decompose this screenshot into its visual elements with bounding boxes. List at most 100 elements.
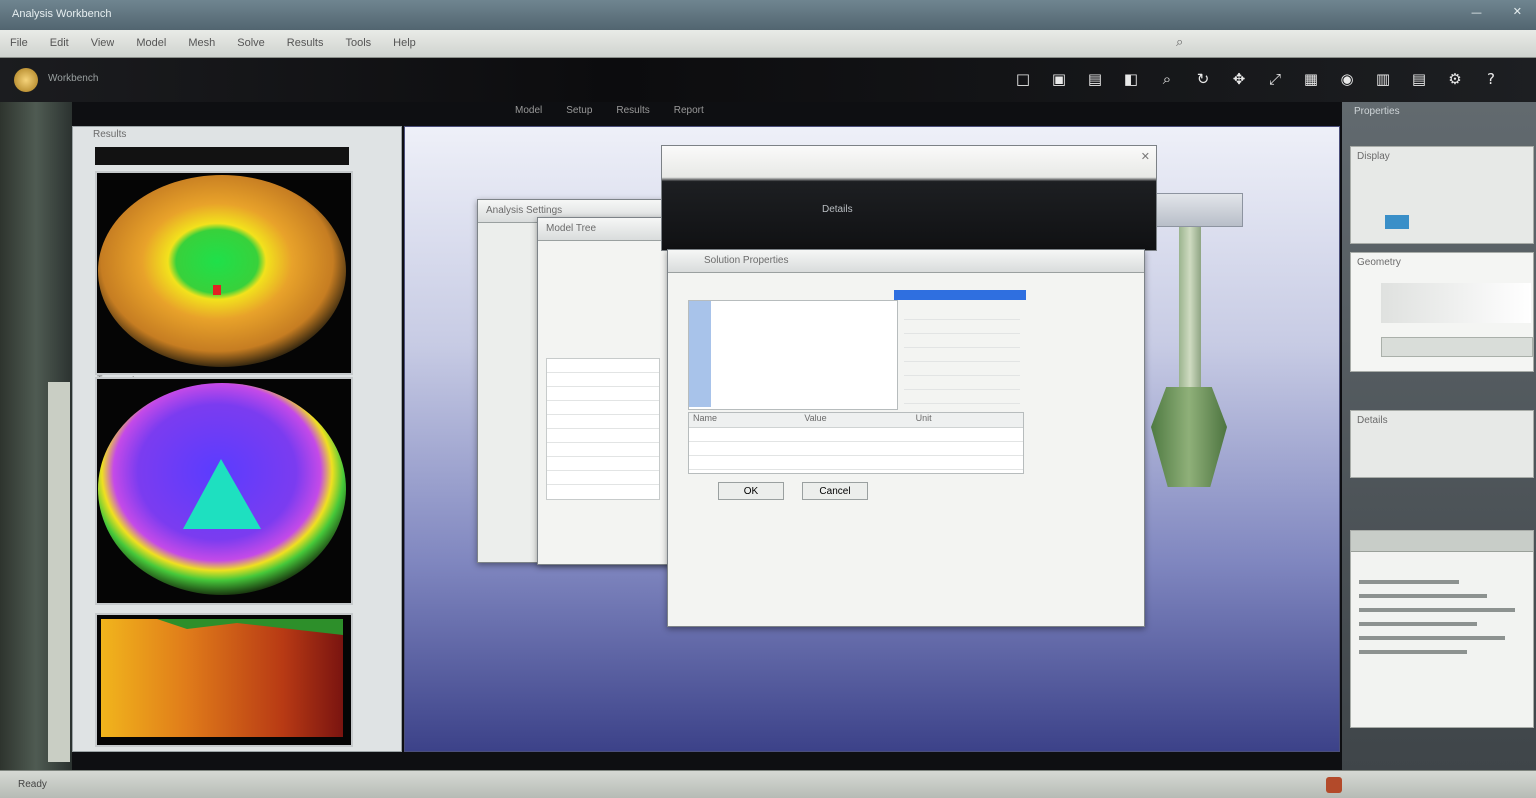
model-tree-list[interactable] bbox=[546, 358, 660, 500]
pressure-map[interactable] bbox=[95, 377, 353, 605]
dialog-selection-bar[interactable] bbox=[894, 290, 1026, 300]
column-header[interactable]: Value bbox=[800, 413, 911, 427]
plot-icon[interactable]: ▥ bbox=[1372, 68, 1394, 90]
analysis-settings-title: Analysis Settings bbox=[486, 205, 563, 216]
viewport-tab[interactable]: Setup bbox=[566, 105, 592, 123]
support-top-plate[interactable] bbox=[1145, 193, 1243, 227]
list-item[interactable] bbox=[547, 457, 659, 471]
menu-bar: File Edit View Model Mesh Solve Results Tools He… bbox=[0, 30, 1536, 58]
menu-item[interactable]: File bbox=[10, 37, 28, 49]
menu-item[interactable]: Results bbox=[287, 37, 324, 49]
value-row bbox=[904, 320, 1020, 334]
menu-item[interactable]: Solve bbox=[237, 37, 265, 49]
gradient-map[interactable] bbox=[95, 613, 353, 747]
list-item[interactable] bbox=[547, 359, 659, 373]
value-row bbox=[904, 348, 1020, 362]
gradient-plot bbox=[101, 619, 343, 737]
app-label: Workbench bbox=[48, 73, 99, 84]
cancel-button[interactable]: Cancel bbox=[802, 482, 868, 500]
list-item[interactable] bbox=[547, 401, 659, 415]
value-row bbox=[904, 362, 1020, 376]
column-header[interactable]: Name bbox=[689, 413, 800, 427]
notes-section[interactable] bbox=[1350, 530, 1534, 728]
fit-icon[interactable]: ⤢ bbox=[1264, 68, 1286, 90]
menu-item[interactable]: Edit bbox=[50, 37, 69, 49]
menu-item[interactable]: Mesh bbox=[188, 37, 215, 49]
list-item[interactable] bbox=[547, 443, 659, 457]
help-icon[interactable]: ? bbox=[1480, 68, 1502, 90]
menu-item[interactable]: Help bbox=[393, 37, 416, 49]
results-list-pane[interactable] bbox=[688, 300, 898, 410]
open-icon[interactable]: ▣ bbox=[1048, 68, 1070, 90]
geometry-section[interactable]: Geometry bbox=[1350, 252, 1534, 372]
mesh-icon[interactable]: ▦ bbox=[1300, 68, 1322, 90]
notes-header bbox=[1351, 531, 1533, 552]
rotate-icon[interactable]: ↻ bbox=[1192, 68, 1214, 90]
details-section-label: Details bbox=[1357, 415, 1388, 426]
detail-table[interactable]: Name Value Unit bbox=[688, 412, 1024, 474]
temperature-plot bbox=[98, 175, 346, 367]
values-column bbox=[904, 306, 1020, 406]
dialog-button-row: OK Cancel bbox=[718, 482, 868, 500]
color-swatch-icon[interactable] bbox=[1385, 215, 1409, 229]
menu-item[interactable]: Model bbox=[136, 37, 166, 49]
viewport-tab[interactable]: Report bbox=[674, 105, 704, 123]
geometry-input[interactable] bbox=[1381, 337, 1533, 357]
notes-text bbox=[1351, 552, 1533, 654]
properties-panel: Properties Display Geometry Details bbox=[1342, 102, 1536, 770]
dialog-header-text: Details bbox=[822, 204, 853, 215]
menu-item[interactable]: View bbox=[91, 37, 115, 49]
results-list-scrollbar[interactable] bbox=[689, 301, 711, 407]
menu-item[interactable]: Tools bbox=[345, 37, 371, 49]
list-item[interactable] bbox=[547, 387, 659, 401]
value-row bbox=[904, 376, 1020, 390]
geometry-section-label: Geometry bbox=[1357, 257, 1401, 268]
ok-button[interactable]: OK bbox=[718, 482, 784, 500]
report-icon[interactable]: ▤ bbox=[1408, 68, 1430, 90]
print-icon[interactable]: ◧ bbox=[1120, 68, 1142, 90]
dock-handle[interactable] bbox=[48, 382, 70, 762]
pan-icon[interactable]: ✥ bbox=[1228, 68, 1250, 90]
close-icon[interactable]: ✕ bbox=[1513, 5, 1522, 18]
text-line bbox=[1359, 594, 1487, 598]
solution-properties-dialog[interactable]: Solution Properties Name Value Unit OK Canc… bbox=[667, 249, 1145, 627]
model-tree-title: Model Tree bbox=[546, 223, 597, 234]
dialog-header-panel: Details ✕ bbox=[661, 145, 1157, 251]
hotspot-marker bbox=[213, 285, 221, 295]
close-icon[interactable]: ✕ bbox=[1141, 150, 1150, 163]
text-line bbox=[1359, 580, 1459, 584]
details-section[interactable]: Details bbox=[1350, 410, 1534, 478]
left-dock bbox=[0, 102, 72, 770]
save-icon[interactable]: ▤ bbox=[1084, 68, 1106, 90]
list-item[interactable] bbox=[547, 471, 659, 485]
viewport-tab[interactable]: Results bbox=[616, 105, 649, 123]
zoom-icon[interactable]: ⌕ bbox=[1156, 68, 1178, 90]
value-row bbox=[904, 334, 1020, 348]
new-icon[interactable]: □ bbox=[1012, 68, 1034, 90]
text-line bbox=[1359, 622, 1477, 626]
list-item[interactable] bbox=[547, 429, 659, 443]
status-text: Ready bbox=[18, 779, 47, 790]
app-logo-icon bbox=[14, 68, 38, 92]
window-title: Analysis Workbench bbox=[12, 8, 112, 20]
text-line bbox=[1359, 636, 1506, 640]
solution-properties-title-bar[interactable]: Solution Properties bbox=[668, 250, 1144, 273]
column-header[interactable]: Unit bbox=[912, 413, 1023, 427]
settings-icon[interactable]: ⚙ bbox=[1444, 68, 1466, 90]
support-column[interactable] bbox=[1179, 221, 1201, 391]
viewport-tab[interactable]: Model bbox=[515, 105, 542, 123]
temperature-map[interactable] bbox=[95, 171, 353, 375]
list-item[interactable] bbox=[547, 415, 659, 429]
side-controls bbox=[1036, 306, 1128, 426]
display-section[interactable]: Display bbox=[1350, 146, 1534, 244]
probe-icon[interactable]: ◉ bbox=[1336, 68, 1358, 90]
support-base[interactable] bbox=[1151, 387, 1227, 487]
search-icon[interactable]: ⌕ bbox=[1176, 35, 1183, 50]
pressure-plot bbox=[98, 383, 346, 595]
minimize-icon[interactable]: — bbox=[1471, 6, 1482, 19]
list-item[interactable] bbox=[547, 373, 659, 387]
status-indicator-icon bbox=[1326, 777, 1342, 793]
model-viewport[interactable]: Model Setup Results Report Analysis Setting… bbox=[404, 105, 1340, 752]
status-bar: Ready bbox=[0, 770, 1536, 798]
display-section-label: Display bbox=[1357, 151, 1390, 162]
